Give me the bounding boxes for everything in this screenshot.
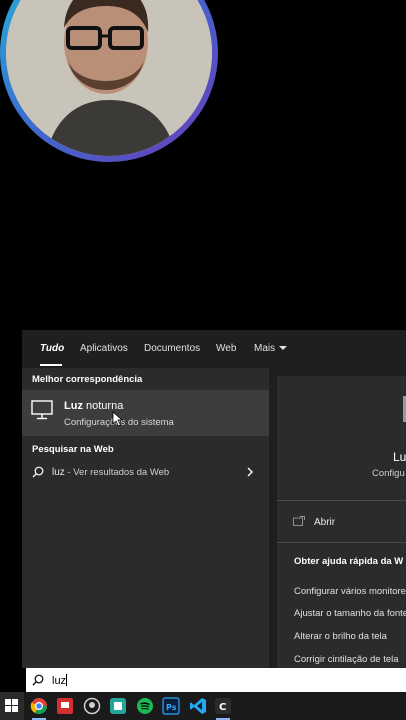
presenter-image [6, 0, 212, 156]
monitor-icon [31, 400, 53, 420]
preview-subtitle: Configu [372, 468, 405, 479]
webcam-feed [6, 0, 212, 156]
web-result-item[interactable]: luz - Ver resultados da Web [22, 462, 269, 484]
windows-start-icon [5, 699, 18, 712]
divider [277, 542, 406, 543]
text-caret [66, 674, 68, 686]
web-result-text: luz - Ver resultados da Web [52, 467, 170, 478]
search-icon [32, 674, 44, 686]
tab-mais-label: Mais [254, 343, 276, 354]
vscode-icon[interactable] [189, 697, 207, 715]
mouse-cursor-icon [112, 411, 124, 427]
help-link[interactable]: Corrigir cintilação de tela [294, 654, 399, 665]
search-icon [32, 466, 44, 478]
web-search-heading: Pesquisar na Web [32, 444, 114, 455]
caret-down-icon [279, 346, 288, 351]
help-link[interactable]: Ajustar o tamanho da fonte [294, 608, 406, 619]
help-heading: Obter ajuda rápida da W [294, 556, 404, 567]
tab-web[interactable]: Web [216, 343, 236, 354]
search-input[interactable]: luz [52, 674, 68, 687]
taskbar: Ps C [0, 692, 406, 720]
c-app-icon[interactable]: C [214, 697, 232, 715]
result-preview-pane: Luz Configu Abrir Obter ajuda rápida da … [277, 376, 406, 668]
svg-text:Ps: Ps [166, 703, 177, 712]
open-icon [293, 516, 305, 526]
help-link[interactable]: Configurar vários monitores [294, 586, 406, 597]
divider [277, 500, 406, 501]
spotify-icon[interactable] [136, 697, 154, 715]
svg-text:C: C [219, 702, 226, 713]
results-list: Melhor correspondência Luz noturna Confi… [22, 368, 269, 668]
tab-tudo[interactable]: Tudo [40, 343, 64, 354]
chrome-icon[interactable] [30, 697, 48, 715]
chevron-right-icon[interactable] [246, 466, 254, 478]
active-tab-indicator [40, 364, 62, 366]
webcam-overlay [0, 0, 218, 162]
tab-documentos[interactable]: Documentos [144, 343, 200, 354]
start-button[interactable] [0, 692, 24, 720]
tab-mais[interactable]: Mais [254, 343, 288, 354]
preview-title: Luz [393, 450, 406, 464]
best-match-heading: Melhor correspondência [32, 374, 143, 385]
help-link[interactable]: Alterar o brilho da tela [294, 631, 387, 642]
green-app-icon[interactable] [109, 697, 127, 715]
tab-aplicativos[interactable]: Aplicativos [80, 343, 128, 354]
search-filter-tabs: Tudo Aplicativos Documentos Web Mais [22, 330, 406, 368]
best-match-item[interactable]: Luz noturna Configurações do sistema [22, 390, 269, 436]
red-app-icon[interactable] [56, 697, 74, 715]
taskbar-search-box[interactable]: luz [26, 668, 406, 692]
photoshop-icon[interactable]: Ps [162, 697, 180, 715]
open-action[interactable]: Abrir [314, 517, 335, 528]
start-search-panel: Tudo Aplicativos Documentos Web Mais Mel… [22, 330, 406, 668]
github-icon[interactable] [83, 697, 101, 715]
